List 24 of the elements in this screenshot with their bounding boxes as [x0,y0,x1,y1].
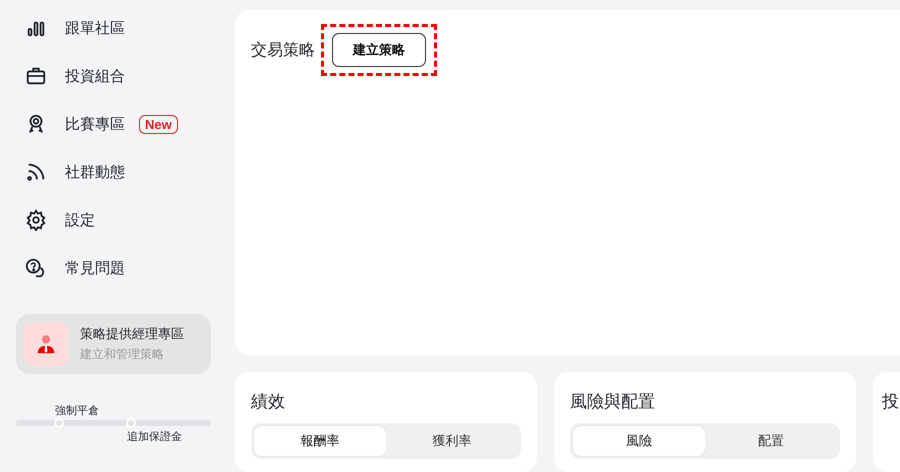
risk-marker-label: 追加保證金 [127,429,182,444]
panel-title: 交易策略 [251,40,315,60]
sidebar-item[interactable]: 投資組合 [0,52,235,100]
sidebar-item[interactable]: 跟單社區 [0,4,235,52]
manager-zone-card[interactable]: 策略提供經理專區 建立和管理策略 [16,314,211,374]
segment-tab[interactable]: 報酬率 [254,426,386,456]
sidebar-item[interactable]: 常見問題 [0,244,235,292]
help-chat-icon [25,257,47,279]
rss-feed-icon [25,161,47,183]
sidebar-item[interactable]: 社群動態 [0,148,235,196]
manager-zone-subtitle: 建立和管理策略 [80,346,165,363]
risk-marker-label: 強制平倉 [54,403,99,418]
sidebar-item[interactable]: 設定 [0,196,235,244]
new-badge: New [139,114,178,134]
sidebar-item[interactable]: 比賽專區 New [0,100,235,148]
settings-icon [25,209,47,231]
card-title: 投 [882,391,900,413]
briefcase-icon [25,65,47,87]
segment-tab[interactable]: 風險 [573,426,705,456]
create-strategy-button[interactable]: 建立策略 [332,33,426,67]
card-title: 績效 [251,391,286,413]
manager-avatar-icon [24,322,68,366]
manager-zone-title: 策略提供經理專區 [80,326,184,343]
card-title: 風險與配置 [570,391,656,413]
